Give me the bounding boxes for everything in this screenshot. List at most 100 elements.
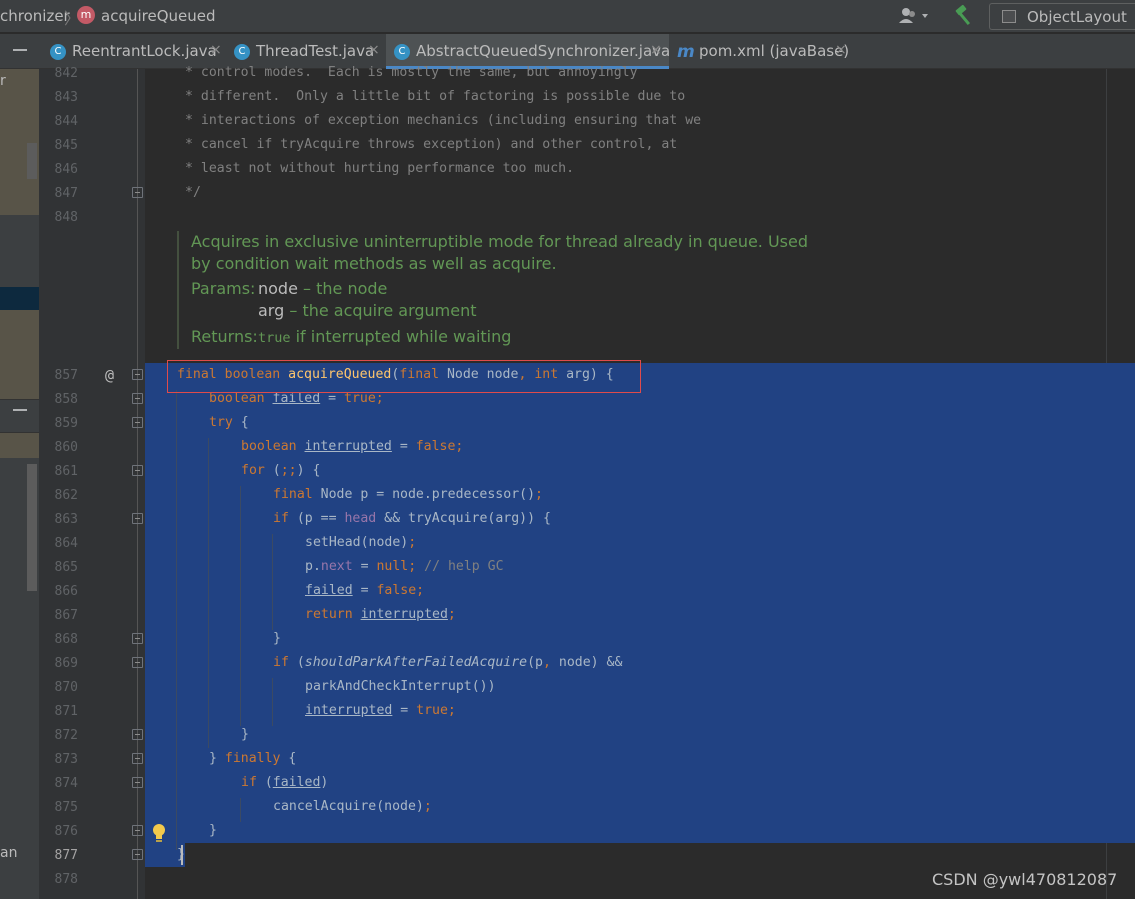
code-token: } [273, 631, 281, 646]
fold-marker-icon[interactable] [132, 187, 143, 198]
code-token: ) { [296, 463, 321, 478]
line-number: 857 [54, 368, 78, 383]
close-icon[interactable]: × [650, 42, 662, 58]
javadoc-params-label: Params: [191, 279, 256, 298]
fold-marker-icon[interactable] [132, 657, 143, 668]
intention-bulb-icon[interactable] [152, 823, 166, 843]
code-token: } [209, 823, 217, 838]
close-icon[interactable]: × [210, 42, 222, 58]
fold-marker-icon[interactable] [132, 513, 143, 524]
line-number: 846 [54, 162, 78, 177]
collapse-panel-icon[interactable] [13, 409, 27, 411]
breadcrumb-class[interactable]: chronizer [0, 7, 70, 25]
code-token: = [352, 583, 377, 598]
tab-pom-xml[interactable]: m pom.xml (javaBase) × [669, 34, 859, 69]
code-line-864: setHead(node); [305, 535, 416, 550]
java-class-icon: C [50, 44, 66, 60]
navigation-bar: chronizer 〉 m acquireQueued ObjectLayout [0, 0, 1135, 33]
line-number: 874 [54, 776, 78, 791]
code-token: p. [305, 559, 321, 574]
override-at-icon[interactable]: @ [105, 366, 114, 384]
fold-marker-icon[interactable] [132, 417, 143, 428]
indent-guide [272, 678, 273, 726]
code-line-873: } finally { [209, 751, 296, 766]
line-number: 848 [54, 210, 78, 225]
code-token: parkAndCheckInterrupt()) [305, 679, 496, 694]
javadoc-param-desc: – the node [297, 279, 388, 298]
code-line-871: interrupted = true; [305, 703, 456, 718]
structure-panel-header [0, 399, 39, 433]
project-tree-area [0, 310, 39, 458]
line-number: 868 [54, 632, 78, 647]
code-token: } [209, 751, 225, 766]
javadoc-param-row: Params: node – the node [191, 279, 817, 301]
line-number: 862 [54, 488, 78, 503]
project-tree-selected-row[interactable] [0, 287, 39, 310]
javadoc-param-name: arg [258, 301, 285, 320]
structure-item-text: an [0, 845, 18, 861]
breadcrumb-method[interactable]: acquireQueued [101, 7, 216, 25]
code-token: ( [272, 463, 281, 478]
code-token: cancelAcquire(node) [273, 799, 424, 814]
fold-marker-icon[interactable] [132, 393, 143, 404]
code-token: ; [408, 535, 417, 550]
fold-marker-icon[interactable] [132, 825, 143, 836]
fold-marker-icon[interactable] [132, 465, 143, 476]
code-token: setHead(node) [305, 535, 409, 550]
code-token: failed [305, 583, 353, 598]
user-menu-button[interactable] [898, 6, 934, 26]
line-number: 866 [54, 584, 78, 599]
user-icon [899, 8, 928, 23]
fold-marker-icon[interactable] [132, 849, 143, 860]
code-token: false; [415, 439, 464, 454]
java-class-icon: C [394, 44, 410, 60]
line-number: 865 [54, 560, 78, 575]
fold-marker-icon[interactable] [132, 777, 143, 788]
code-line-867: return interrupted; [305, 607, 456, 622]
code-token: { [232, 415, 249, 430]
tab-reentrantlock[interactable]: C ReentrantLock.java × [40, 34, 226, 69]
close-icon[interactable]: × [368, 42, 380, 58]
line-number: 861 [54, 464, 78, 479]
code-token: true; [344, 391, 384, 406]
line-number-current: 877 [54, 848, 78, 863]
line-number: 859 [54, 416, 78, 431]
code-token: Node p = node.predecessor() [320, 487, 536, 502]
collapse-panel-icon[interactable] [13, 49, 27, 51]
line-number: 867 [54, 608, 78, 623]
code-line-860: boolean interrupted = false; [241, 439, 463, 454]
code-token: head [344, 511, 385, 526]
tab-label: pom.xml (javaBase) [699, 42, 850, 60]
run-configuration-label: ObjectLayout [1027, 8, 1127, 26]
code-token: try [209, 415, 233, 430]
comment-line: * interactions of exception mechanics (i… [185, 113, 702, 128]
fold-marker-icon[interactable] [132, 729, 143, 740]
watermark: CSDN @ywl470812087 [932, 870, 1118, 889]
javadoc-param-row: arg – the acquire argument [191, 301, 817, 323]
fold-marker-icon[interactable] [132, 633, 143, 644]
line-number: 872 [54, 728, 78, 743]
line-number: 844 [54, 114, 78, 129]
scrollbar-thumb[interactable] [27, 143, 37, 179]
highlight-annotation-box [167, 360, 641, 393]
project-tree-area [0, 69, 39, 215]
rendered-javadoc[interactable]: Acquires in exclusive uninterruptible mo… [177, 231, 817, 349]
code-token: && tryAcquire(arg)) { [384, 511, 551, 526]
line-number: 842 [54, 66, 78, 81]
run-configuration-select[interactable]: ObjectLayout [989, 3, 1135, 30]
code-token: if [241, 775, 265, 790]
close-icon[interactable]: × [835, 42, 847, 58]
tab-abstractqueuedsynchronizer[interactable]: C AbstractQueuedSynchronizer.java × [386, 34, 670, 69]
tab-threadtest[interactable]: C ThreadTest.java × [226, 34, 386, 69]
line-number: 864 [54, 536, 78, 551]
fold-marker-icon[interactable] [132, 753, 143, 764]
build-hammer-icon[interactable] [953, 3, 977, 27]
line-number: 870 [54, 680, 78, 695]
fold-marker-icon[interactable] [132, 369, 143, 380]
scrollbar-thumb[interactable] [27, 464, 37, 591]
code-token: true; [416, 703, 456, 718]
text-selection [145, 363, 1135, 843]
application-icon [1002, 10, 1016, 23]
code-line-858: boolean failed = true; [209, 391, 384, 406]
code-token: ; [423, 799, 432, 814]
